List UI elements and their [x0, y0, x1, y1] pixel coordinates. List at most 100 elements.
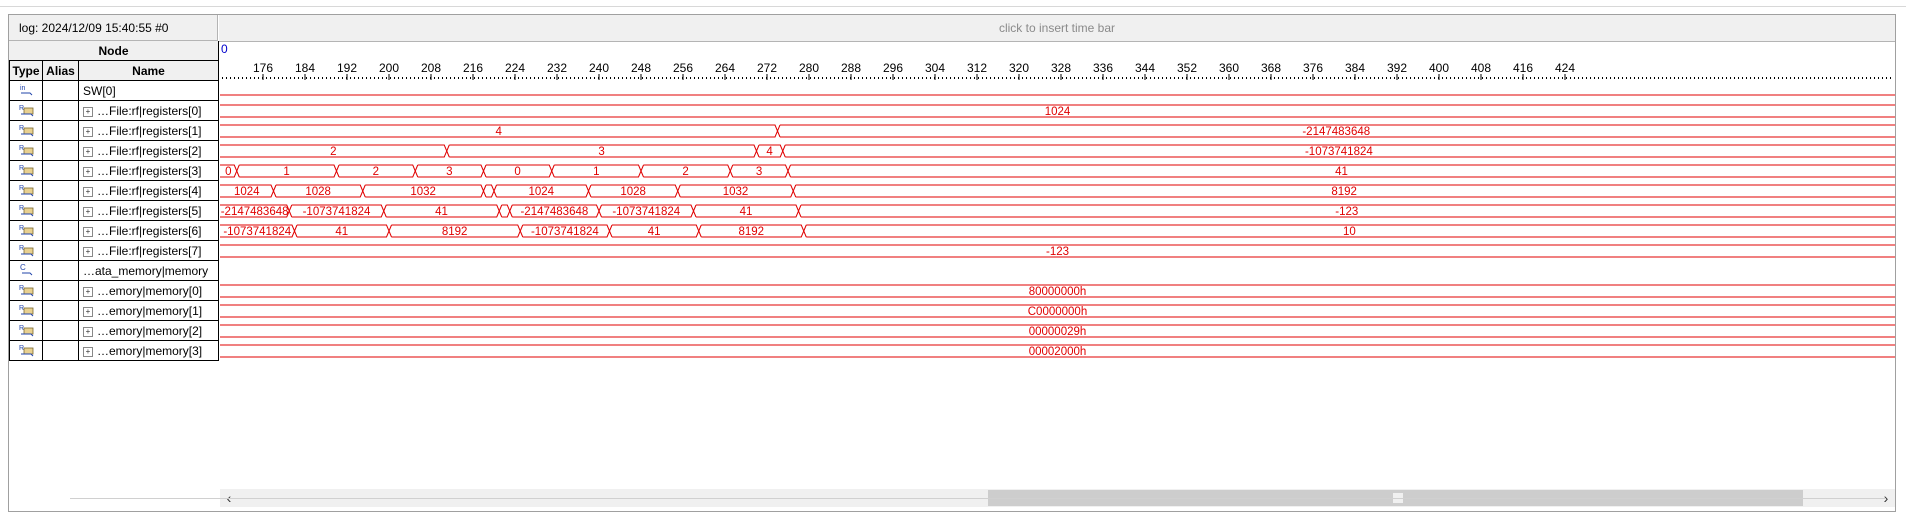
signal-row[interactable]: C …ata_memory|memory	[9, 261, 219, 281]
expand-plus-icon[interactable]: +	[83, 186, 93, 197]
scale-dot	[1242, 77, 1243, 79]
bus-value-label: 3	[756, 166, 762, 178]
scale-dot	[1658, 77, 1659, 79]
scale-dot	[1222, 77, 1223, 79]
scale-dot	[1730, 77, 1731, 79]
signal-name-cell[interactable]: + …emory|memory[0]	[79, 281, 219, 301]
signal-name-cell[interactable]: + …File:rf|registers[5]	[79, 201, 219, 221]
scale-dot	[754, 77, 755, 79]
expand-plus-icon[interactable]: +	[83, 106, 93, 117]
scale-dot	[1758, 77, 1759, 79]
scale-dot	[1190, 77, 1191, 79]
scale-dot	[314, 77, 315, 79]
signal-name-cell[interactable]: + …emory|memory[1]	[79, 301, 219, 321]
signal-row[interactable]: R + …File:rf|registers[2]	[9, 141, 219, 161]
signal-row[interactable]: R + …File:rf|registers[5]	[9, 201, 219, 221]
scale-dot	[1470, 77, 1471, 79]
signal-name-cell[interactable]: + …File:rf|registers[6]	[79, 221, 219, 241]
scale-dot	[886, 77, 887, 79]
signal-name-cell[interactable]: + …emory|memory[2]	[79, 321, 219, 341]
expand-plus-icon[interactable]: +	[83, 326, 93, 337]
signal-name-cell[interactable]: + …File:rf|registers[0]	[79, 101, 219, 121]
scale-dot	[542, 77, 543, 79]
expand-plus-icon[interactable]: +	[83, 346, 93, 357]
signal-name-cell[interactable]: + …File:rf|registers[7]	[79, 241, 219, 261]
type-column-header[interactable]: Type	[9, 61, 43, 81]
scale-dot	[1274, 77, 1275, 79]
expand-plus-icon[interactable]: +	[83, 206, 93, 217]
scale-dot	[834, 77, 835, 79]
signal-row[interactable]: R + …emory|memory[1]	[9, 301, 219, 321]
signal-row[interactable]: R + …File:rf|registers[3]	[9, 161, 219, 181]
scale-dot	[238, 77, 239, 79]
signal-row[interactable]: R + …File:rf|registers[6]	[9, 221, 219, 241]
scale-dot	[534, 77, 535, 79]
scale-dot	[1050, 77, 1051, 79]
scale-dot	[1458, 77, 1459, 79]
expand-plus-icon[interactable]: +	[83, 146, 93, 157]
scale-dot	[1826, 77, 1827, 79]
scale-dot	[878, 77, 879, 79]
alias-column-header[interactable]: Alias	[43, 61, 79, 81]
expand-plus-icon[interactable]: +	[83, 126, 93, 137]
scale-dot	[1510, 77, 1511, 79]
expand-plus-icon[interactable]: +	[83, 286, 93, 297]
signal-row[interactable]: R + …File:rf|registers[0]	[9, 101, 219, 121]
signal-row[interactable]: R + …File:rf|registers[1]	[9, 121, 219, 141]
signal-name-cell[interactable]: SW[0]	[79, 81, 219, 101]
expand-plus-icon[interactable]: +	[83, 246, 93, 257]
scale-dot	[1074, 77, 1075, 79]
scale-dot	[270, 77, 271, 79]
scale-tick-label: 232	[547, 61, 567, 75]
scale-dot	[1090, 77, 1091, 79]
scale-dot	[1390, 77, 1391, 79]
bus-segment	[498, 204, 511, 218]
scale-dot	[510, 77, 511, 79]
svg-text:R: R	[19, 185, 24, 192]
signal-name: …emory|memory[0]	[97, 284, 203, 298]
scale-dot	[1858, 77, 1859, 79]
name-column-header[interactable]: Name	[79, 61, 219, 81]
scale-dot	[906, 77, 907, 79]
scale-tick-label: 200	[379, 61, 399, 75]
scale-dot	[814, 77, 815, 79]
alias-cell	[43, 121, 79, 141]
signal-row[interactable]: R + …emory|memory[0]	[9, 281, 219, 301]
signal-row[interactable]: R + …File:rf|registers[7]	[9, 241, 219, 261]
signal-name-cell[interactable]: + …File:rf|registers[3]	[79, 161, 219, 181]
signal-name-cell[interactable]: …ata_memory|memory	[79, 261, 219, 281]
scale-dot	[894, 77, 895, 79]
scale-dot	[1142, 77, 1143, 79]
scale-dot	[978, 77, 979, 79]
scale-dot	[358, 77, 359, 79]
scale-dot	[1558, 77, 1559, 79]
signal-name-cell[interactable]: + …File:rf|registers[2]	[79, 141, 219, 161]
signal-row[interactable]: R + …emory|memory[3]	[9, 341, 219, 361]
scale-dot	[342, 77, 343, 79]
expand-plus-icon[interactable]: +	[83, 226, 93, 237]
signal-row[interactable]: in SW[0]	[9, 81, 219, 101]
signal-name-cell[interactable]: + …File:rf|registers[4]	[79, 181, 219, 201]
expand-plus-icon[interactable]: +	[83, 166, 93, 177]
scale-dot	[702, 77, 703, 79]
waveform-area[interactable]: 10244 -21474836482 3 4 -10737418240 1 2 3 0 1 2 3 41…	[220, 81, 1895, 361]
svg-text:R: R	[19, 225, 24, 232]
scale-dot	[1286, 77, 1287, 79]
scale-dot	[1070, 77, 1071, 79]
scale-dot	[242, 77, 243, 79]
alias-cell	[43, 161, 79, 181]
scale-dot	[1478, 77, 1479, 79]
scale-dot	[1682, 77, 1683, 79]
scale-dot	[1746, 77, 1747, 79]
signal-row[interactable]: R + …emory|memory[2]	[9, 321, 219, 341]
scale-dot	[582, 77, 583, 79]
expand-plus-icon[interactable]: +	[83, 306, 93, 317]
bus-value-label: 3	[598, 146, 604, 158]
signal-name-cell[interactable]: + …emory|memory[3]	[79, 341, 219, 361]
scale-dot	[1726, 77, 1727, 79]
scale-dot	[870, 77, 871, 79]
signal-row[interactable]: R + …File:rf|registers[4]	[9, 181, 219, 201]
signal-name-cell[interactable]: + …File:rf|registers[1]	[79, 121, 219, 141]
time-bar-insert[interactable]: click to insert time bar	[219, 15, 1895, 42]
scale-dot	[406, 77, 407, 79]
